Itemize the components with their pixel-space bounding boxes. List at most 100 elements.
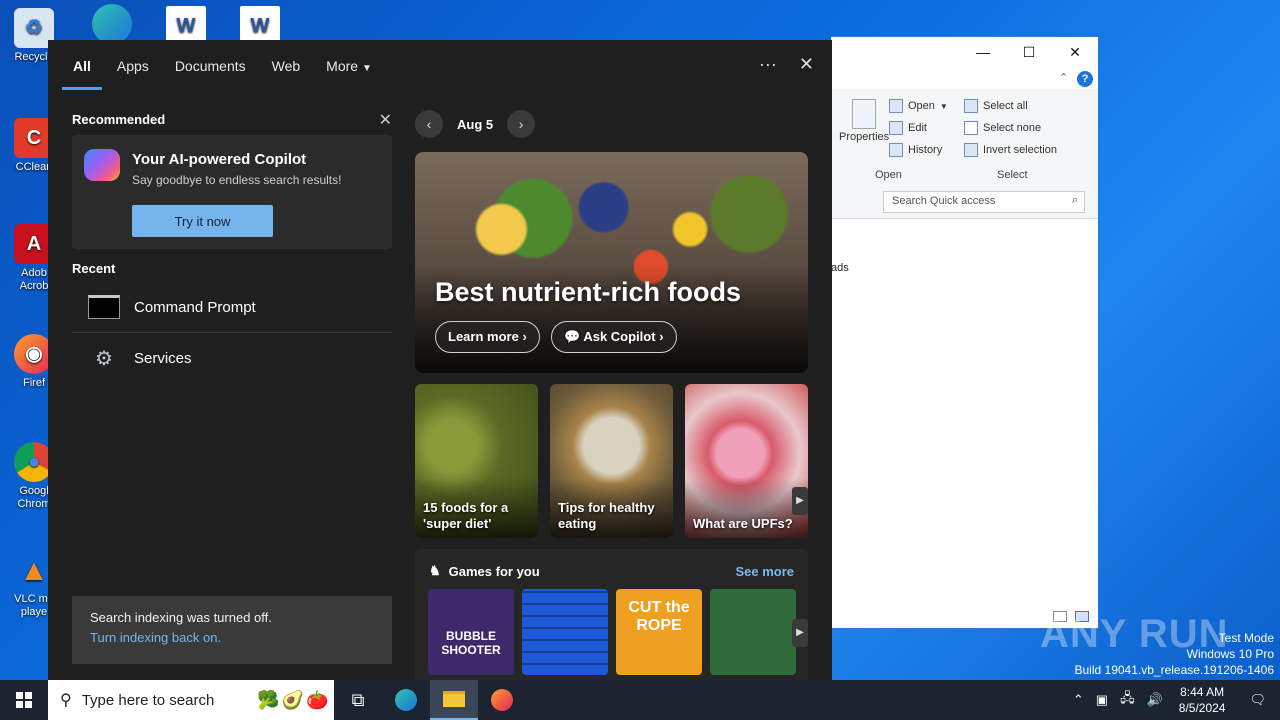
open-group-label: Open — [875, 169, 902, 181]
file-explorer-window: — ☐ ✕ ⌃ ? Properties Open ▼ Edit History … — [831, 36, 1099, 629]
scroll-right-icon[interactable]: ▶ — [792, 487, 808, 515]
edit-icon — [889, 121, 903, 135]
news-thumb-upfs[interactable]: What are UPFs? — [685, 384, 808, 538]
windows-logo-icon — [16, 692, 32, 708]
taskbar-search-box[interactable]: ⚲ Type here to search — [48, 680, 252, 720]
open-button[interactable]: Open ▼ — [889, 99, 948, 113]
avocado-icon: 🥑 — [281, 689, 305, 710]
date-navigator: ‹ Aug 5 › — [415, 108, 815, 140]
chevron-down-icon: ▼ — [939, 101, 948, 111]
see-more-link[interactable]: See more — [735, 564, 794, 579]
edge-icon — [395, 689, 417, 711]
help-icon[interactable]: ? — [1077, 71, 1093, 87]
copilot-recommendation-card: Your AI-powered Copilot Say goodbye to e… — [72, 135, 392, 249]
game-cut-the-rope[interactable]: CUT the ROPE — [616, 589, 702, 675]
caret-down-icon: ▼ — [361, 63, 372, 74]
minimize-icon[interactable]: — — [960, 44, 1006, 60]
open-icon — [889, 99, 903, 113]
recent-item-services[interactable]: ⚙ Services — [72, 333, 392, 384]
explorer-list-item: ads — [831, 262, 849, 274]
task-view-icon: ⧉ — [351, 689, 365, 710]
select-all-button[interactable]: Select all — [964, 99, 1028, 113]
game-mahjong[interactable] — [710, 589, 796, 675]
properties-button[interactable]: Properties — [839, 99, 889, 143]
close-icon[interactable]: ✕ — [1052, 44, 1098, 61]
card-title: Your AI-powered Copilot — [132, 151, 307, 168]
game-bubble-shooter[interactable]: BUBBLE SHOOTER — [428, 589, 514, 675]
chevron-right-icon: › — [522, 329, 527, 344]
more-options-icon[interactable]: ··· — [759, 54, 777, 75]
tab-web[interactable]: Web — [259, 40, 314, 92]
notifications-icon[interactable]: 🗨 — [1235, 692, 1280, 708]
close-icon[interactable]: ✕ — [799, 54, 814, 75]
scroll-right-icon[interactable]: ▶ — [792, 619, 808, 647]
tab-more[interactable]: More ▼ — [313, 40, 385, 92]
system-tray: ⌃ ▣ 🖧 🔊 8:44 AM 8/5/2024 🗨 — [1067, 680, 1280, 720]
task-view-button[interactable]: ⧉ — [334, 680, 382, 720]
recent-heading: Recent — [72, 261, 116, 276]
games-heading: ♞ Games for you — [429, 563, 540, 579]
taskbar-edge[interactable] — [382, 680, 430, 720]
windows-search-panel: All Apps Documents Web More ▼ ··· ✕ Reco… — [48, 40, 832, 689]
date-label: Aug 5 — [457, 116, 494, 132]
ask-copilot-button[interactable]: 💬 Ask Copilot › — [551, 321, 677, 353]
start-button[interactable] — [0, 680, 48, 720]
tab-all[interactable]: All — [60, 40, 104, 92]
indexing-notice: Search indexing was turned off. Turn ind… — [72, 596, 392, 664]
chevron-right-icon: › — [659, 329, 664, 344]
recent-item-command-prompt[interactable]: Command Prompt — [72, 282, 392, 333]
history-icon — [889, 143, 903, 157]
turn-indexing-on-link[interactable]: Turn indexing back on. — [90, 630, 374, 645]
broccoli-icon: 🥦 — [257, 689, 280, 710]
history-button[interactable]: History — [889, 143, 942, 157]
recommended-heading: Recommended — [72, 112, 166, 127]
search-tabs: All Apps Documents Web More ▼ — [48, 40, 385, 92]
next-day-icon[interactable]: › — [507, 110, 536, 138]
learn-more-button[interactable]: Learn more › — [435, 321, 540, 353]
command-prompt-icon — [88, 295, 120, 319]
clock[interactable]: 8:44 AM 8/5/2024 — [1169, 684, 1236, 716]
game-block-puzzle[interactable] — [522, 589, 608, 675]
games-card: ♞ Games for you See more BUBBLE SHOOTER … — [415, 549, 808, 689]
folder-icon — [443, 691, 465, 707]
select-none-button[interactable]: Select none — [964, 121, 1041, 135]
copilot-icon — [84, 149, 120, 181]
try-it-now-button[interactable]: Try it now — [132, 205, 273, 237]
volume-icon[interactable]: 🔊 — [1141, 692, 1169, 708]
properties-icon — [852, 99, 877, 129]
explorer-search-input[interactable]: Search Quick access ⌕ — [883, 191, 1085, 213]
edit-button[interactable]: Edit — [889, 121, 927, 135]
network-icon[interactable]: 🖧 — [1114, 689, 1141, 711]
previous-day-icon[interactable]: ‹ — [415, 110, 443, 138]
indexing-message: Search indexing was turned off. — [90, 610, 272, 625]
meet-now-icon[interactable]: ▣ — [1090, 692, 1114, 708]
services-gear-icon: ⚙ — [95, 348, 113, 370]
select-none-icon — [964, 121, 978, 135]
news-thumb-super-diet[interactable]: 15 foods for a 'super diet' — [415, 384, 538, 538]
show-hidden-icons-icon[interactable]: ⌃ — [1067, 692, 1090, 708]
chat-bubble-icon: 💬 — [564, 329, 581, 344]
hero-card[interactable]: Best nutrient-rich foods Learn more › 💬 … — [415, 152, 808, 373]
news-thumb-healthy-eating[interactable]: Tips for healthy eating — [550, 384, 673, 538]
tab-documents[interactable]: Documents — [162, 40, 259, 92]
select-all-icon — [964, 99, 978, 113]
test-mode-notice: Test Mode Windows 10 Pro Build 19041.vb_… — [1074, 631, 1275, 677]
hero-title: Best nutrient-rich foods — [435, 277, 742, 307]
search-highlight-image[interactable]: 🥦 🥑 🍅 — [252, 680, 334, 720]
maximize-icon[interactable]: ☐ — [1006, 44, 1052, 61]
taskbar-file-explorer[interactable] — [430, 680, 478, 720]
taskbar-firefox[interactable] — [478, 680, 526, 720]
tomato-icon: 🍅 — [306, 689, 329, 710]
dismiss-recommended-icon[interactable]: ✕ — [379, 110, 392, 130]
select-group-label: Select — [997, 169, 1028, 181]
invert-selection-icon — [964, 143, 978, 157]
firefox-icon — [491, 689, 513, 711]
games-icon: ♞ — [429, 563, 441, 578]
tab-apps[interactable]: Apps — [104, 40, 162, 92]
explorer-titlebar: — ☐ ✕ — [831, 37, 1098, 67]
search-icon: ⚲ — [60, 692, 72, 709]
card-subtitle: Say goodbye to endless search results! — [132, 173, 342, 187]
invert-selection-button[interactable]: Invert selection — [964, 143, 1057, 157]
ribbon-collapse-icon[interactable]: ⌃ — [1059, 71, 1068, 84]
search-icon: ⌕ — [1071, 194, 1078, 206]
